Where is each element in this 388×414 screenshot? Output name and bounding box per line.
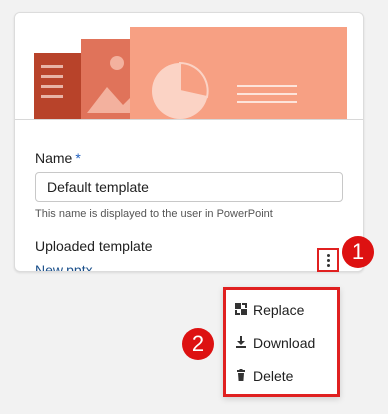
kebab-dot <box>326 263 330 267</box>
kebab-dot <box>326 258 330 262</box>
presentation-thumbnail-illustration <box>34 27 347 119</box>
kebab-dot <box>326 253 330 257</box>
menu-item-replace[interactable]: Replace <box>226 295 337 325</box>
uploaded-file-link[interactable]: New.pptx <box>35 262 93 271</box>
name-helper-text: This name is displayed to the user in Po… <box>35 208 273 220</box>
step-callout-1: 1 <box>342 236 374 268</box>
file-actions-menu: Replace Download Delete <box>223 287 340 397</box>
template-card: Name* This name is displayed to the user… <box>14 12 364 272</box>
step-callout-2: 2 <box>182 328 214 360</box>
template-thumbnail <box>15 13 363 120</box>
menu-item-download[interactable]: Download <box>226 328 337 358</box>
download-icon <box>236 336 246 348</box>
required-marker: * <box>75 150 81 166</box>
more-options-button[interactable] <box>317 248 339 272</box>
trash-icon <box>237 369 245 381</box>
menu-item-delete[interactable]: Delete <box>226 361 337 391</box>
menu-item-label: Download <box>253 335 316 351</box>
name-label: Name * <box>35 150 81 166</box>
menu-item-label: Replace <box>253 302 305 318</box>
template-name-input[interactable] <box>35 172 343 202</box>
replace-icon <box>235 303 247 315</box>
name-label-text: Name <box>35 150 73 166</box>
uploaded-template-label: Uploaded template <box>35 238 153 254</box>
menu-item-label: Delete <box>253 368 294 384</box>
